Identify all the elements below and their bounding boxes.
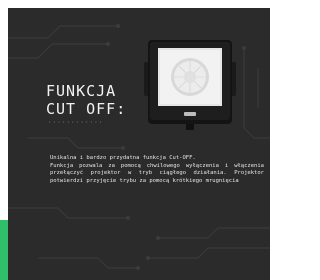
feature-description: Unikalna i bardzo przydatna funkcja Cut-… — [50, 155, 264, 184]
floodlight-image — [144, 40, 236, 130]
feature-title-line-2: CUT OFF: — [46, 100, 127, 118]
feature-title-line-1: FUNKCJA — [46, 82, 117, 100]
accent-stripe — [0, 220, 8, 280]
dotted-divider: ············ — [48, 119, 104, 126]
feature-title: FUNKCJA CUT OFF: — [46, 82, 126, 118]
feature-panel: FUNKCJA CUT OFF: ············ Unikalna i… — [8, 8, 270, 280]
